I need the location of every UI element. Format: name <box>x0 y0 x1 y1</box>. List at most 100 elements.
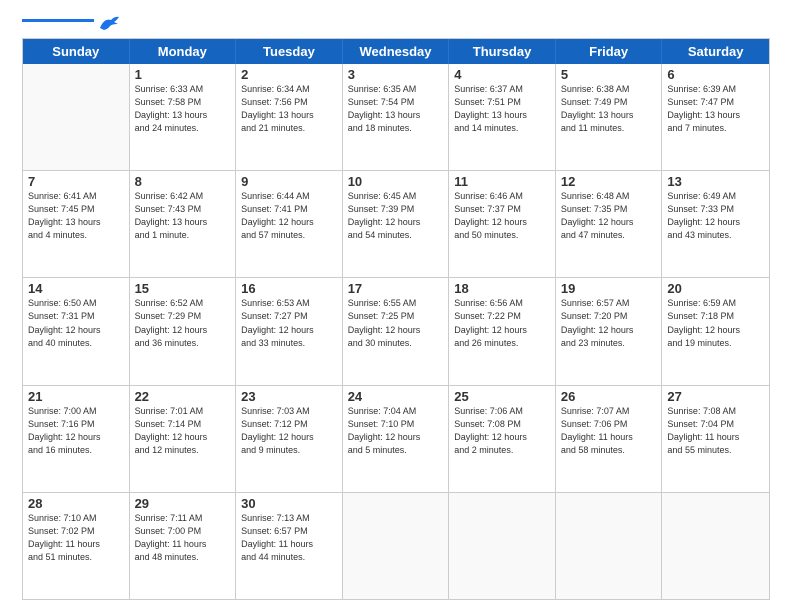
calendar-cell: 6Sunrise: 6:39 AM Sunset: 7:47 PM Daylig… <box>662 64 769 170</box>
day-number: 13 <box>667 174 764 189</box>
day-info: Sunrise: 6:41 AM Sunset: 7:45 PM Dayligh… <box>28 190 124 242</box>
day-info: Sunrise: 6:34 AM Sunset: 7:56 PM Dayligh… <box>241 83 337 135</box>
calendar-cell: 21Sunrise: 7:00 AM Sunset: 7:16 PM Dayli… <box>23 386 130 492</box>
day-number: 27 <box>667 389 764 404</box>
calendar-cell: 27Sunrise: 7:08 AM Sunset: 7:04 PM Dayli… <box>662 386 769 492</box>
day-number: 21 <box>28 389 124 404</box>
calendar-cell: 22Sunrise: 7:01 AM Sunset: 7:14 PM Dayli… <box>130 386 237 492</box>
day-info: Sunrise: 6:52 AM Sunset: 7:29 PM Dayligh… <box>135 297 231 349</box>
day-number: 17 <box>348 281 444 296</box>
day-number: 14 <box>28 281 124 296</box>
day-info: Sunrise: 6:35 AM Sunset: 7:54 PM Dayligh… <box>348 83 444 135</box>
day-info: Sunrise: 6:49 AM Sunset: 7:33 PM Dayligh… <box>667 190 764 242</box>
day-info: Sunrise: 7:13 AM Sunset: 6:57 PM Dayligh… <box>241 512 337 564</box>
day-number: 25 <box>454 389 550 404</box>
calendar-cell: 16Sunrise: 6:53 AM Sunset: 7:27 PM Dayli… <box>236 278 343 384</box>
calendar-cell: 30Sunrise: 7:13 AM Sunset: 6:57 PM Dayli… <box>236 493 343 599</box>
day-info: Sunrise: 7:03 AM Sunset: 7:12 PM Dayligh… <box>241 405 337 457</box>
calendar-cell <box>449 493 556 599</box>
calendar-cell: 5Sunrise: 6:38 AM Sunset: 7:49 PM Daylig… <box>556 64 663 170</box>
day-info: Sunrise: 7:08 AM Sunset: 7:04 PM Dayligh… <box>667 405 764 457</box>
calendar-cell: 8Sunrise: 6:42 AM Sunset: 7:43 PM Daylig… <box>130 171 237 277</box>
day-info: Sunrise: 7:01 AM Sunset: 7:14 PM Dayligh… <box>135 405 231 457</box>
day-number: 4 <box>454 67 550 82</box>
calendar-cell: 9Sunrise: 6:44 AM Sunset: 7:41 PM Daylig… <box>236 171 343 277</box>
calendar-cell <box>556 493 663 599</box>
day-info: Sunrise: 6:33 AM Sunset: 7:58 PM Dayligh… <box>135 83 231 135</box>
calendar-cell: 24Sunrise: 7:04 AM Sunset: 7:10 PM Dayli… <box>343 386 450 492</box>
calendar-row-2: 7Sunrise: 6:41 AM Sunset: 7:45 PM Daylig… <box>23 171 769 278</box>
calendar-cell: 14Sunrise: 6:50 AM Sunset: 7:31 PM Dayli… <box>23 278 130 384</box>
calendar-cell: 25Sunrise: 7:06 AM Sunset: 7:08 PM Dayli… <box>449 386 556 492</box>
day-info: Sunrise: 6:53 AM Sunset: 7:27 PM Dayligh… <box>241 297 337 349</box>
calendar-cell: 26Sunrise: 7:07 AM Sunset: 7:06 PM Dayli… <box>556 386 663 492</box>
calendar-cell: 10Sunrise: 6:45 AM Sunset: 7:39 PM Dayli… <box>343 171 450 277</box>
calendar-cell: 1Sunrise: 6:33 AM Sunset: 7:58 PM Daylig… <box>130 64 237 170</box>
day-info: Sunrise: 6:46 AM Sunset: 7:37 PM Dayligh… <box>454 190 550 242</box>
day-number: 23 <box>241 389 337 404</box>
calendar-body: 1Sunrise: 6:33 AM Sunset: 7:58 PM Daylig… <box>23 64 769 599</box>
header-tuesday: Tuesday <box>236 39 343 64</box>
day-number: 2 <box>241 67 337 82</box>
day-number: 22 <box>135 389 231 404</box>
calendar-cell: 2Sunrise: 6:34 AM Sunset: 7:56 PM Daylig… <box>236 64 343 170</box>
day-number: 24 <box>348 389 444 404</box>
day-number: 28 <box>28 496 124 511</box>
calendar-cell <box>23 64 130 170</box>
day-info: Sunrise: 6:59 AM Sunset: 7:18 PM Dayligh… <box>667 297 764 349</box>
day-number: 9 <box>241 174 337 189</box>
page: Sunday Monday Tuesday Wednesday Thursday… <box>0 0 792 612</box>
calendar-cell: 23Sunrise: 7:03 AM Sunset: 7:12 PM Dayli… <box>236 386 343 492</box>
day-info: Sunrise: 7:11 AM Sunset: 7:00 PM Dayligh… <box>135 512 231 564</box>
calendar-cell: 18Sunrise: 6:56 AM Sunset: 7:22 PM Dayli… <box>449 278 556 384</box>
day-number: 26 <box>561 389 657 404</box>
header-monday: Monday <box>130 39 237 64</box>
day-info: Sunrise: 7:04 AM Sunset: 7:10 PM Dayligh… <box>348 405 444 457</box>
day-number: 5 <box>561 67 657 82</box>
day-info: Sunrise: 6:57 AM Sunset: 7:20 PM Dayligh… <box>561 297 657 349</box>
logo-bird-icon <box>98 14 120 32</box>
calendar-cell: 11Sunrise: 6:46 AM Sunset: 7:37 PM Dayli… <box>449 171 556 277</box>
calendar-cell: 28Sunrise: 7:10 AM Sunset: 7:02 PM Dayli… <box>23 493 130 599</box>
day-info: Sunrise: 6:56 AM Sunset: 7:22 PM Dayligh… <box>454 297 550 349</box>
day-number: 3 <box>348 67 444 82</box>
calendar-cell: 15Sunrise: 6:52 AM Sunset: 7:29 PM Dayli… <box>130 278 237 384</box>
day-info: Sunrise: 6:48 AM Sunset: 7:35 PM Dayligh… <box>561 190 657 242</box>
day-info: Sunrise: 7:06 AM Sunset: 7:08 PM Dayligh… <box>454 405 550 457</box>
calendar-cell: 29Sunrise: 7:11 AM Sunset: 7:00 PM Dayli… <box>130 493 237 599</box>
top-header <box>22 18 770 32</box>
day-info: Sunrise: 6:39 AM Sunset: 7:47 PM Dayligh… <box>667 83 764 135</box>
day-info: Sunrise: 6:55 AM Sunset: 7:25 PM Dayligh… <box>348 297 444 349</box>
day-info: Sunrise: 6:42 AM Sunset: 7:43 PM Dayligh… <box>135 190 231 242</box>
day-number: 18 <box>454 281 550 296</box>
day-number: 8 <box>135 174 231 189</box>
calendar-cell <box>343 493 450 599</box>
day-number: 7 <box>28 174 124 189</box>
calendar-cell: 20Sunrise: 6:59 AM Sunset: 7:18 PM Dayli… <box>662 278 769 384</box>
day-number: 1 <box>135 67 231 82</box>
calendar-row-5: 28Sunrise: 7:10 AM Sunset: 7:02 PM Dayli… <box>23 493 769 599</box>
day-number: 10 <box>348 174 444 189</box>
day-number: 15 <box>135 281 231 296</box>
calendar-cell: 13Sunrise: 6:49 AM Sunset: 7:33 PM Dayli… <box>662 171 769 277</box>
day-number: 29 <box>135 496 231 511</box>
calendar-cell: 4Sunrise: 6:37 AM Sunset: 7:51 PM Daylig… <box>449 64 556 170</box>
day-number: 6 <box>667 67 764 82</box>
calendar-cell: 17Sunrise: 6:55 AM Sunset: 7:25 PM Dayli… <box>343 278 450 384</box>
day-number: 12 <box>561 174 657 189</box>
calendar: Sunday Monday Tuesday Wednesday Thursday… <box>22 38 770 600</box>
calendar-header: Sunday Monday Tuesday Wednesday Thursday… <box>23 39 769 64</box>
calendar-cell: 12Sunrise: 6:48 AM Sunset: 7:35 PM Dayli… <box>556 171 663 277</box>
day-info: Sunrise: 6:50 AM Sunset: 7:31 PM Dayligh… <box>28 297 124 349</box>
calendar-row-4: 21Sunrise: 7:00 AM Sunset: 7:16 PM Dayli… <box>23 386 769 493</box>
day-info: Sunrise: 7:00 AM Sunset: 7:16 PM Dayligh… <box>28 405 124 457</box>
day-number: 30 <box>241 496 337 511</box>
logo <box>22 18 120 32</box>
day-number: 19 <box>561 281 657 296</box>
calendar-cell: 3Sunrise: 6:35 AM Sunset: 7:54 PM Daylig… <box>343 64 450 170</box>
day-info: Sunrise: 6:44 AM Sunset: 7:41 PM Dayligh… <box>241 190 337 242</box>
calendar-row-1: 1Sunrise: 6:33 AM Sunset: 7:58 PM Daylig… <box>23 64 769 171</box>
calendar-cell: 19Sunrise: 6:57 AM Sunset: 7:20 PM Dayli… <box>556 278 663 384</box>
header-thursday: Thursday <box>449 39 556 64</box>
day-info: Sunrise: 7:10 AM Sunset: 7:02 PM Dayligh… <box>28 512 124 564</box>
